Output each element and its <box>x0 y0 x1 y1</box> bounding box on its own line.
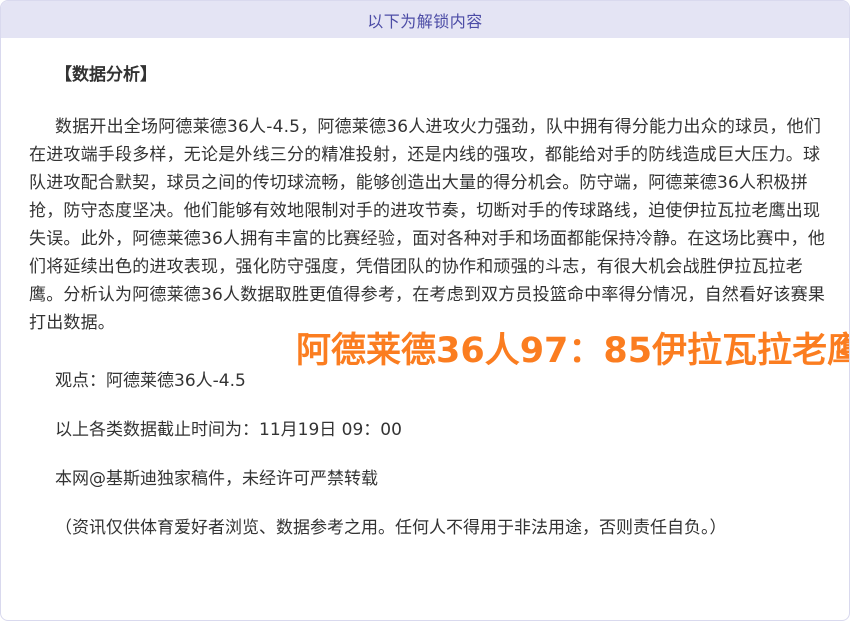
data-cutoff-line: 以上各类数据截止时间为：11月19日 09：00 <box>29 416 829 444</box>
disclaimer-line: （资讯仅供体育爱好者浏览、数据参考之用。任何人不得用于非法用途，否则责任自负。） <box>29 514 829 542</box>
score-watermark: 阿德莱德36人97：85伊拉瓦拉老鹰 <box>296 327 850 376</box>
analysis-paragraph: 数据开出全场阿德莱德36人-4.5，阿德莱德36人进攻火力强劲，队中拥有得分能力… <box>29 113 829 337</box>
unlocked-content-card: 以下为解锁内容 【数据分析】 数据开出全场阿德莱德36人-4.5，阿德莱德36人… <box>0 0 850 621</box>
article-content: 【数据分析】 数据开出全场阿德莱德36人-4.5，阿德莱德36人进攻火力强劲，队… <box>1 38 849 542</box>
section-title: 【数据分析】 <box>29 63 829 87</box>
unlock-banner-text: 以下为解锁内容 <box>367 8 483 32</box>
unlock-banner: 以下为解锁内容 <box>1 1 849 38</box>
copyright-line: 本网@基斯迪独家稿件，未经许可严禁转载 <box>29 465 829 493</box>
